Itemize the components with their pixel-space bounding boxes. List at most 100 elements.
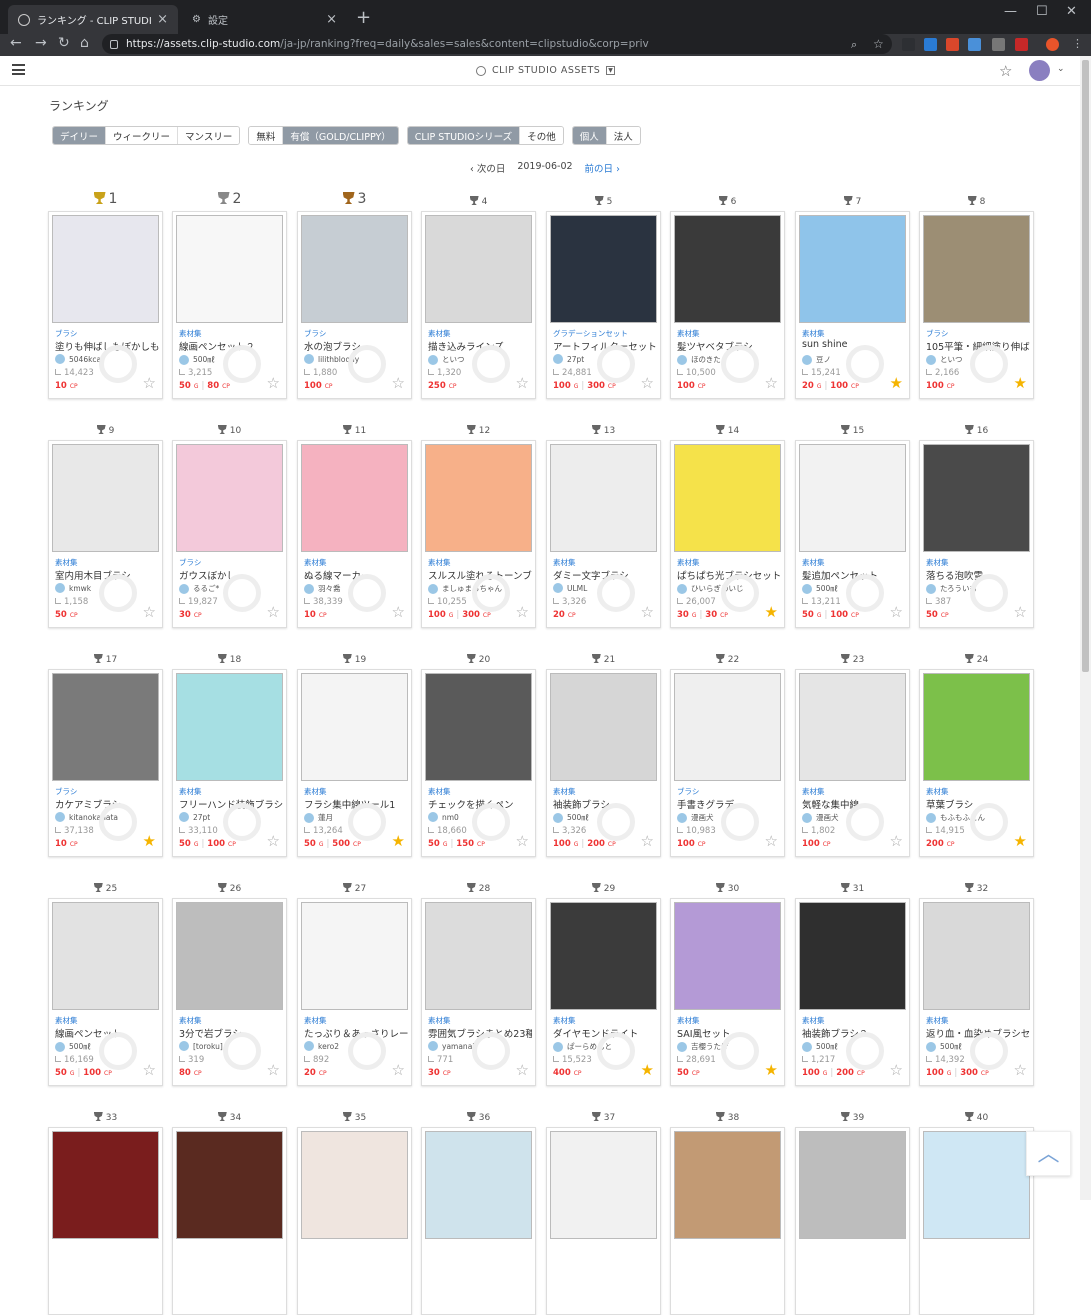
favorite-star-icon[interactable]: ☆ <box>143 605 156 620</box>
asset-category[interactable]: ブラシ <box>55 786 77 797</box>
ranking-card[interactable]: 8 ブラシ 105平筆・細細塗り伸ば といつ 2,166 100 CP ★ <box>919 196 1034 399</box>
filter-option[interactable]: 有償（GOLD/CLIPPY） <box>283 127 398 144</box>
asset-card-body[interactable] <box>546 1127 661 1315</box>
asset-card-body[interactable] <box>48 1127 163 1315</box>
asset-author[interactable]: nm0 <box>428 812 459 822</box>
asset-category[interactable]: 素材集 <box>55 557 78 568</box>
asset-author[interactable]: 500㎖ <box>179 354 215 365</box>
asset-author[interactable]: といつ <box>428 354 465 365</box>
favorite-star-icon[interactable]: ☆ <box>267 605 280 620</box>
favorite-star-icon[interactable]: ☆ <box>143 376 156 391</box>
asset-card-body[interactable]: ブラシ カケアミブラシ kitanokanata 37,138 10 CP ★ <box>48 669 163 857</box>
asset-card-body[interactable]: 素材集 線画ペンセット 500㎖ 16,169 50 G | 100 CP ☆ <box>48 898 163 1086</box>
ranking-card[interactable]: 37 <box>546 1112 661 1315</box>
asset-card-body[interactable]: グラデーションセット アートフィルターセット 27pt 24,881 100 G | 3… <box>546 211 661 399</box>
asset-card-body[interactable]: 素材集 袖装飾ブラシ 500㎖ 3,326 100 G | 200 CP ☆ <box>546 669 661 857</box>
asset-card-body[interactable]: 素材集 ぱちぱち光ブラシセット ひいらぎめいじ 26,007 30 G | 30 CP ★ <box>670 440 785 628</box>
asset-thumbnail[interactable] <box>923 444 1030 552</box>
favorite-star-icon[interactable]: ☆ <box>392 1063 405 1078</box>
favorite-star-icon[interactable]: ☆ <box>1014 605 1027 620</box>
hamburger-menu-icon[interactable] <box>12 64 25 75</box>
ranking-card[interactable]: 29 素材集 ダイヤモンドライト ぱーらめんと 15,523 400 CP ★ <box>546 883 661 1086</box>
asset-card-body[interactable]: 素材集 3分で岩ブラシ [toroku] 319 80 CP ☆ <box>172 898 287 1086</box>
favorite-star-icon[interactable]: ★ <box>890 376 903 391</box>
favorite-star-icon[interactable]: ☆ <box>267 1063 280 1078</box>
filter-option[interactable]: マンスリー <box>178 127 240 144</box>
asset-category[interactable]: 素材集 <box>179 786 202 797</box>
brand-switcher[interactable]: CLIP STUDIO ASSETS ▼ <box>476 65 616 76</box>
favorite-star-icon[interactable]: ★ <box>143 834 156 849</box>
asset-thumbnail[interactable] <box>674 902 781 1010</box>
asset-category[interactable]: 素材集 <box>802 786 825 797</box>
asset-category[interactable]: 素材集 <box>553 1015 576 1026</box>
favorite-star-icon[interactable]: ★ <box>641 1063 654 1078</box>
ranking-card[interactable]: 25 素材集 線画ペンセット 500㎖ 16,169 50 G | 100 CP ☆ <box>48 883 163 1086</box>
asset-thumbnail[interactable] <box>799 1131 906 1239</box>
asset-author[interactable]: 5046kcal <box>55 354 103 364</box>
asset-author[interactable]: 漫画犬 <box>802 812 839 823</box>
favorite-star-icon[interactable]: ☆ <box>641 376 654 391</box>
close-tab-icon[interactable]: × <box>157 12 168 27</box>
minimize-icon[interactable]: — <box>1004 4 1017 19</box>
asset-category[interactable]: ブラシ <box>304 328 326 339</box>
asset-category[interactable]: 素材集 <box>55 1015 78 1026</box>
ranking-card[interactable]: 26 素材集 3分で岩ブラシ [toroku] 319 80 CP ☆ <box>172 883 287 1086</box>
asset-card-body[interactable]: 素材集 たっぷり＆あっさりレー kero2 892 20 CP ☆ <box>297 898 412 1086</box>
asset-category[interactable]: 素材集 <box>677 328 700 339</box>
asset-thumbnail[interactable] <box>52 1131 159 1239</box>
favorite-star-icon[interactable]: ☆ <box>890 605 903 620</box>
ranking-card[interactable]: 28 素材集 雰囲気ブラシまとめ23種 yamanai 771 30 CP ☆ <box>421 883 536 1086</box>
asset-thumbnail[interactable] <box>674 1131 781 1239</box>
ranking-card[interactable]: 19 素材集 フラシ集中線ツール1 蓮月 13,264 50 G | 500 CP ★ <box>297 654 412 857</box>
asset-card-body[interactable]: ブラシ 水の泡ブラシ lilithbloody 1,880 100 CP ☆ <box>297 211 412 399</box>
asset-category[interactable]: ブラシ <box>179 557 201 568</box>
asset-card-body[interactable]: 素材集 雰囲気ブラシまとめ23種 yamanai 771 30 CP ☆ <box>421 898 536 1086</box>
back-to-top-button[interactable]: ︿ <box>1026 1131 1071 1176</box>
asset-card-body[interactable]: 素材集 返り血・血染めブラシセ 500㎖ 14,392 100 G | 300 CP ☆ <box>919 898 1034 1086</box>
asset-thumbnail[interactable] <box>550 215 657 323</box>
asset-card-body[interactable]: ブラシ 手書きグラデ 漫画犬 10,983 100 CP ☆ <box>670 669 785 857</box>
favorite-star-icon[interactable]: ☆ <box>641 605 654 620</box>
asset-category[interactable]: 素材集 <box>179 1015 202 1026</box>
asset-card-body[interactable]: 素材集 フリーハンド装飾ブラシ 27pt 33,110 50 G | 100 CP ☆ <box>172 669 287 857</box>
ranking-card[interactable]: 12 素材集 スルスル塗れるトーンブ ましゅまろちゃん 10,255 100 G | 30… <box>421 425 536 628</box>
asset-card-body[interactable]: 素材集 線画ペンセット２ 500㎖ 3,215 50 G | 80 CP ☆ <box>172 211 287 399</box>
ranking-card[interactable]: 20 素材集 チェックを描くペン nm0 18,660 50 G | 150 CP ☆ <box>421 654 536 857</box>
ranking-card[interactable]: 13 素材集 ダミー文字ブラシ ULML 3,326 20 CP ☆ <box>546 425 661 628</box>
filter-option[interactable]: ウィークリー <box>106 127 179 144</box>
extension-icon[interactable] <box>902 38 915 51</box>
asset-author[interactable]: 500㎖ <box>802 1041 838 1052</box>
asset-author[interactable]: yamanai <box>428 1041 474 1051</box>
ranking-card[interactable]: 18 素材集 フリーハンド装飾ブラシ 27pt 33,110 50 G | 100 CP ☆ <box>172 654 287 857</box>
asset-thumbnail[interactable] <box>674 444 781 552</box>
tab-settings[interactable]: ⚙ 設定 × <box>182 5 347 34</box>
menu-kebab-icon[interactable]: ⋮ <box>1072 37 1083 50</box>
asset-author[interactable]: ほのきた <box>677 354 721 365</box>
asset-card-body[interactable]: 素材集 室内用木目ブラシ kmwk 1,158 50 CP ☆ <box>48 440 163 628</box>
ranking-card[interactable]: 23 素材集 気軽な集中線 漫画犬 1,802 100 CP ☆ <box>795 654 910 857</box>
favorite-star-icon[interactable]: ☆ <box>516 376 529 391</box>
asset-author[interactable]: kmwk <box>55 583 91 593</box>
asset-category[interactable]: ブラシ <box>926 328 948 339</box>
asset-thumbnail[interactable] <box>799 215 906 323</box>
extension-icon[interactable] <box>946 38 959 51</box>
filter-option[interactable]: その他 <box>520 127 563 144</box>
tab-ranking[interactable]: ランキング - CLIP STUDIO ASSETS × <box>8 5 178 34</box>
asset-thumbnail[interactable] <box>799 902 906 1010</box>
asset-author[interactable]: 500㎖ <box>802 583 838 594</box>
close-window-icon[interactable]: ✕ <box>1066 4 1077 19</box>
maximize-icon[interactable]: ☐ <box>1036 4 1048 19</box>
asset-thumbnail[interactable] <box>52 902 159 1010</box>
ranking-card[interactable]: 10 ブラシ ガウスぼかし るるご* 19,827 30 CP ☆ <box>172 425 287 628</box>
profile-icon[interactable] <box>1046 38 1059 51</box>
ranking-card[interactable]: 17 ブラシ カケアミブラシ kitanokanata 37,138 10 CP ★ <box>48 654 163 857</box>
ranking-card[interactable]: 40 <box>919 1112 1034 1315</box>
asset-card-body[interactable]: 素材集 草葉ブラシ もふもふとん 14,915 200 CP ★ <box>919 669 1034 857</box>
ranking-card[interactable]: 35 <box>297 1112 412 1315</box>
back-icon[interactable]: ← <box>10 35 22 51</box>
asset-author[interactable]: といつ <box>926 354 963 365</box>
asset-category[interactable]: 素材集 <box>677 557 700 568</box>
favorite-star-icon[interactable]: ☆ <box>516 834 529 849</box>
asset-category[interactable]: 素材集 <box>428 557 451 568</box>
asset-thumbnail[interactable] <box>923 1131 1030 1239</box>
